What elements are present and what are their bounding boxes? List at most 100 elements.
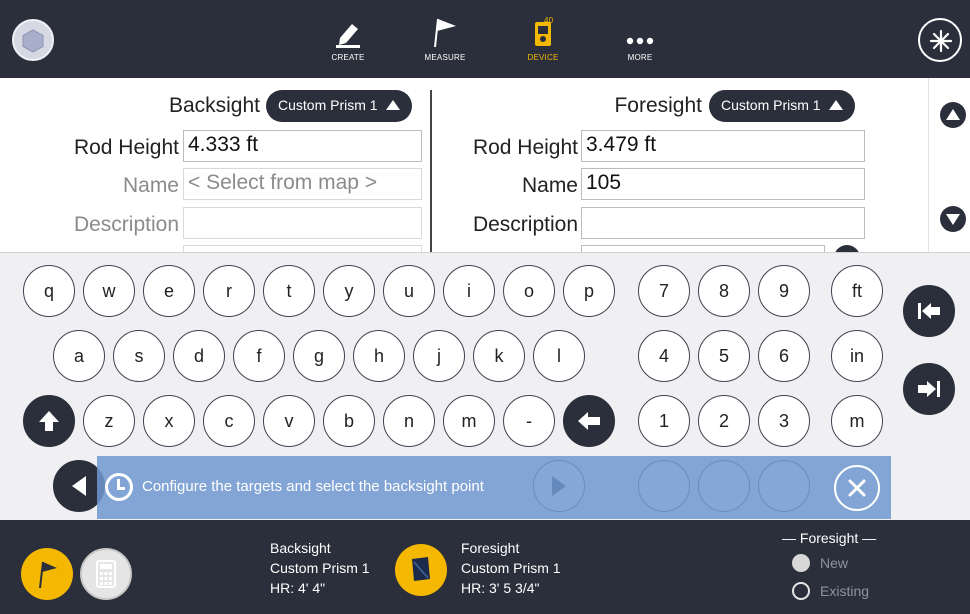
key-1[interactable]: 1 (638, 395, 690, 447)
scroll-up-button[interactable] (940, 102, 966, 128)
key-3[interactable]: 3 (758, 395, 810, 447)
key-8[interactable]: 8 (698, 265, 750, 317)
hexagon-icon (22, 29, 44, 53)
laser-pointer-button[interactable] (918, 18, 962, 62)
foresight-summary-title: Foresight (461, 540, 520, 556)
backsight-summary: Backsight Custom Prism 1 HR: 4' 4" (270, 538, 370, 598)
key-t[interactable]: t (263, 265, 315, 317)
backsight-summary-hr: HR: 4' 4" (270, 580, 326, 596)
app-logo-button[interactable] (12, 19, 54, 61)
key-y[interactable]: y (323, 265, 375, 317)
key-4[interactable]: 4 (638, 330, 690, 382)
radio-new[interactable]: New (792, 554, 848, 572)
radio-existing-label: Existing (820, 583, 870, 599)
backsight-name-input[interactable]: < Select from map > (183, 168, 422, 200)
foresight-prism-dropdown[interactable]: Custom Prism 1 (709, 90, 855, 122)
key-v[interactable]: v (263, 395, 315, 447)
key-dash[interactable]: - (503, 395, 555, 447)
key-m-unit[interactable]: m (831, 395, 883, 447)
key-i[interactable]: i (443, 265, 495, 317)
key-f[interactable]: f (233, 330, 285, 382)
caret-up-icon (828, 100, 843, 110)
backsight-rod-height-input[interactable]: 4.333 ft (183, 130, 422, 162)
key-m[interactable]: m (443, 395, 495, 447)
foresight-target-button[interactable] (395, 544, 447, 596)
backsight-summary-title: Backsight (270, 540, 331, 556)
backsight-name-label: Name (122, 174, 179, 197)
measure-mode-button[interactable] (21, 548, 73, 600)
calculator-button[interactable] (80, 548, 132, 600)
scroll-rail (928, 78, 929, 252)
key-x[interactable]: x (143, 395, 195, 447)
key-2[interactable]: 2 (698, 395, 750, 447)
foresight-prism-label: Custom Prism 1 (721, 97, 821, 113)
foresight-description-input[interactable] (581, 207, 865, 239)
key-j[interactable]: j (413, 330, 465, 382)
toast-close-button[interactable] (834, 465, 880, 511)
key-q[interactable]: q (23, 265, 75, 317)
key-n[interactable]: n (383, 395, 435, 447)
bottom-status-bar: Backsight Custom Prism 1 HR: 4' 4" Fores… (0, 520, 970, 614)
key-h[interactable]: h (353, 330, 405, 382)
instruction-toast: Configure the targets and select the bac… (97, 456, 891, 519)
nav-device-label: DEVICE (527, 53, 559, 62)
top-toolbar: CREATE MEASURE 40 DEVICE MORE (0, 0, 970, 78)
key-k[interactable]: k (473, 330, 525, 382)
key-9[interactable]: 9 (758, 265, 810, 317)
foresight-description-label: Description (472, 213, 578, 236)
key-7[interactable]: 7 (638, 265, 690, 317)
key-a[interactable]: a (53, 330, 105, 382)
key-5[interactable]: 5 (698, 330, 750, 382)
backsight-description-label: Description (73, 213, 179, 236)
flag-icon (39, 561, 57, 589)
backsight-description-input[interactable] (183, 207, 422, 239)
column-divider (430, 90, 432, 252)
key-l[interactable]: l (533, 330, 585, 382)
key-z[interactable]: z (83, 395, 135, 447)
key-c[interactable]: c (203, 395, 255, 447)
foresight-name-input[interactable]: 105 (581, 168, 865, 200)
prism-target-icon (412, 557, 430, 581)
key-o[interactable]: o (503, 265, 555, 317)
foresight-name-label: Name (521, 174, 578, 197)
key-d[interactable]: d (173, 330, 225, 382)
key-6[interactable]: 6 (758, 330, 810, 382)
radio-empty-icon (792, 582, 810, 600)
radio-new-label: New (820, 555, 849, 571)
foresight-point-group-title: — Foresight — (782, 530, 877, 546)
backspace-arrow-icon (578, 412, 600, 430)
nav-measure[interactable]: MEASURE (410, 14, 480, 62)
scroll-down-button[interactable] (940, 206, 966, 232)
key-in[interactable]: in (831, 330, 883, 382)
shift-key[interactable] (23, 395, 75, 447)
nav-device[interactable]: 40 DEVICE (508, 14, 578, 62)
key-b[interactable]: b (323, 395, 375, 447)
toast-message: Configure the targets and select the bac… (142, 478, 484, 495)
foresight-rod-height-input[interactable]: 3.479 ft (581, 130, 865, 162)
nav-more[interactable]: MORE (605, 14, 675, 62)
next-field-button[interactable] (903, 363, 955, 415)
nav-create[interactable]: CREATE (313, 14, 383, 62)
backspace-key[interactable] (563, 395, 615, 447)
key-w[interactable]: w (83, 265, 135, 317)
previous-field-button[interactable] (903, 285, 955, 337)
key-e[interactable]: e (143, 265, 195, 317)
foresight-rod-height-label: Rod Height (472, 136, 578, 159)
close-icon (848, 479, 866, 497)
foresight-extra-dropdown-button[interactable] (834, 245, 860, 252)
triangle-left-icon (72, 476, 86, 496)
device-battery-badge: 40 (544, 16, 553, 25)
radio-filled-icon (792, 554, 810, 572)
radio-existing[interactable]: Existing (792, 582, 869, 600)
backsight-prism-dropdown[interactable]: Custom Prism 1 (266, 90, 412, 122)
key-r[interactable]: r (203, 265, 255, 317)
key-u[interactable]: u (383, 265, 435, 317)
foresight-extra-field[interactable] (581, 245, 825, 252)
key-s[interactable]: s (113, 330, 165, 382)
key-p[interactable]: p (563, 265, 615, 317)
key-ft[interactable]: ft (831, 265, 883, 317)
backsight-extra-field[interactable] (183, 245, 422, 252)
foresight-summary: Foresight Custom Prism 1 HR: 3' 5 3/4" (461, 538, 561, 598)
key-g[interactable]: g (293, 330, 345, 382)
clock-icon (105, 473, 133, 501)
